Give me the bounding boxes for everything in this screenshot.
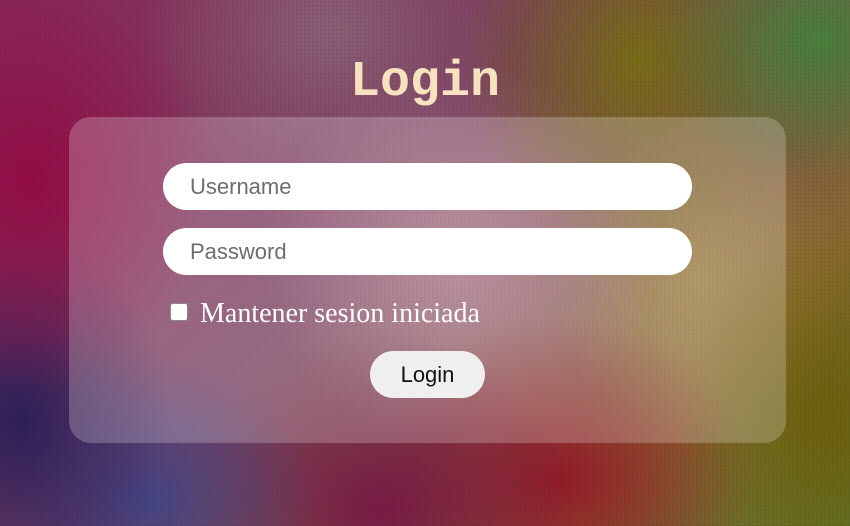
remember-me-checkbox[interactable]: [170, 303, 188, 321]
username-input[interactable]: [163, 163, 692, 210]
password-input[interactable]: [163, 228, 692, 275]
remember-me-label[interactable]: Mantener sesion iniciada: [200, 298, 480, 330]
remember-me-row[interactable]: Mantener sesion iniciada: [170, 296, 480, 332]
login-panel: Mantener sesion iniciada Login: [69, 117, 786, 443]
login-button[interactable]: Login: [370, 351, 485, 398]
page-title: Login: [349, 54, 501, 111]
